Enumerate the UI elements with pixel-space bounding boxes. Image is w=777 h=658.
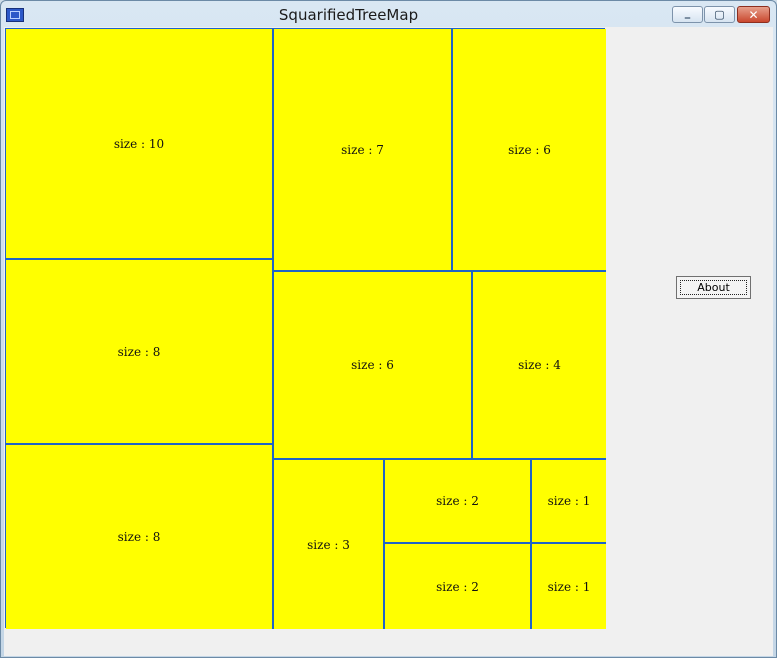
close-button[interactable]: ✕ (737, 6, 770, 23)
treemap-cell-size-8: size : 8 (6, 445, 274, 629)
treemap-cell-size-8: size : 8 (6, 260, 274, 445)
close-icon: ✕ (748, 7, 759, 22)
treemap-cell-size-6: size : 6 (453, 29, 606, 272)
treemap-cell-size-1: size : 1 (532, 460, 606, 544)
treemap-cell-size-2: size : 2 (385, 460, 532, 544)
treemap-cell-size-2: size : 2 (385, 544, 532, 629)
window-title: SquarifiedTreeMap (278, 6, 419, 24)
maximize-icon: ▢ (714, 8, 725, 21)
about-button-label: About (697, 281, 730, 294)
client-area: size : 10 size : 8 size : 8 size : 7 siz… (4, 27, 773, 656)
treemap: size : 10 size : 8 size : 8 size : 7 siz… (5, 28, 606, 629)
minimize-button[interactable]: _ (672, 6, 703, 23)
maximize-button[interactable]: ▢ (704, 6, 735, 23)
treemap-cell-size-4: size : 4 (473, 272, 606, 460)
treemap-cell-size-10: size : 10 (6, 29, 274, 260)
minimize-icon: _ (684, 6, 691, 19)
about-button[interactable]: About (676, 276, 751, 299)
treemap-cell-size-6: size : 6 (274, 272, 473, 460)
app-window: SquarifiedTreeMap _ ▢ ✕ size : 10 size :… (0, 0, 777, 658)
title-bar[interactable]: SquarifiedTreeMap _ ▢ ✕ (1, 1, 776, 27)
treemap-cell-size-7: size : 7 (274, 29, 453, 272)
treemap-cell-size-3: size : 3 (274, 460, 385, 629)
treemap-cell-size-1: size : 1 (532, 544, 606, 629)
